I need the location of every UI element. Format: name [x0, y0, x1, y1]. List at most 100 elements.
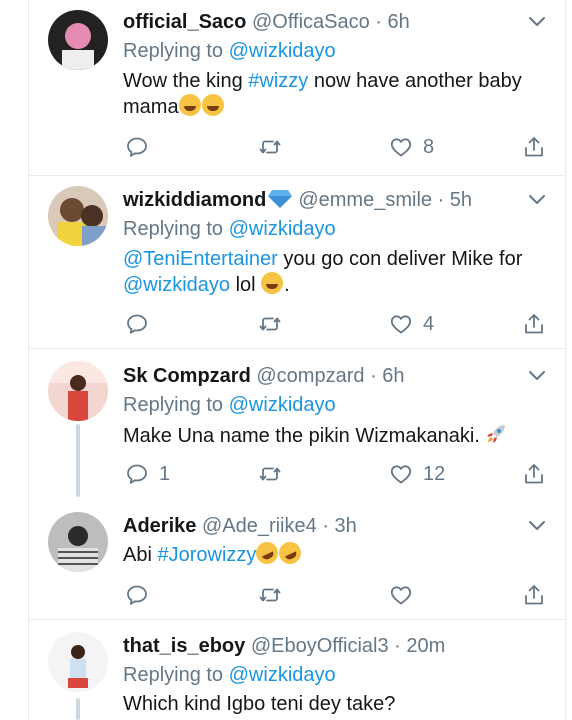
user-handle[interactable]: @compzard [256, 365, 364, 387]
tweet-actions: 8 [123, 133, 546, 161]
avatar[interactable] [48, 10, 108, 70]
like-count: 4 [423, 312, 435, 335]
share-button[interactable] [522, 460, 546, 488]
tweet-actions: 1 12 [123, 460, 546, 488]
share-button[interactable] [522, 581, 546, 609]
mention-link[interactable]: @wizkidayo [229, 218, 336, 240]
retweet-icon [258, 462, 282, 486]
reply-icon [125, 462, 149, 486]
chevron-down-icon[interactable] [528, 16, 546, 28]
avatar[interactable] [48, 186, 108, 246]
like-count: 12 [423, 462, 446, 485]
user-handle[interactable]: @EboyOfficial3 [251, 635, 389, 657]
reply-button[interactable]: 1 [125, 460, 170, 488]
avatar[interactable] [48, 512, 108, 572]
replying-to: Replying to @wizkidayo [123, 662, 556, 688]
like-button[interactable]: 8 [389, 133, 434, 161]
replying-prefix: Replying to [123, 394, 224, 416]
rolling-laughing-emoji [275, 538, 306, 568]
laughing-emoji [178, 94, 201, 116]
mention-link[interactable]: @wizkidayo [123, 274, 230, 296]
share-icon [522, 462, 546, 486]
display-name[interactable]: wizkiddiamond [123, 189, 266, 211]
share-button[interactable] [522, 133, 546, 161]
tweet-text: @TeniEntertainer you go con deliver Mike… [123, 246, 556, 272]
tweet-text: Which kind Igbo teni dey take? [123, 691, 556, 717]
like-icon [389, 583, 413, 607]
retweet-button[interactable] [258, 133, 282, 161]
display-name[interactable]: Aderike [123, 515, 196, 537]
user-handle[interactable]: @emme_smile [298, 189, 432, 211]
tweet-header: Sk Compzard @compzard · 6h [123, 363, 556, 389]
hashtag-link[interactable]: #Jorowizzy [157, 544, 256, 566]
tweet-2[interactable]: wizkiddiamond @emme_smile · 5h Replying t… [28, 176, 566, 348]
timestamp[interactable]: 5h [450, 189, 472, 211]
tweet-3[interactable]: Sk Compzard @compzard · 6h Replying to @… [28, 349, 566, 497]
replying-to: Replying to @wizkidayo [123, 38, 556, 64]
chevron-down-icon[interactable] [528, 520, 546, 532]
tweet-text: Abi #Jorowizzy [123, 538, 556, 568]
laughing-emoji [261, 272, 284, 294]
tweet-header: wizkiddiamond @emme_smile · 5h [123, 187, 556, 213]
user-handle[interactable]: @OfficaSaco [252, 11, 370, 33]
share-button[interactable] [522, 310, 546, 338]
display-name[interactable]: official_Saco [123, 11, 246, 33]
reply-button[interactable] [125, 581, 149, 609]
tweet-text-part: Which kind Igbo teni dey take? [123, 693, 396, 715]
share-icon [522, 135, 546, 159]
rocket-emoji [487, 425, 506, 443]
mention-link[interactable]: @wizkidayo [229, 40, 336, 62]
replying-prefix: Replying to [123, 40, 224, 62]
user-handle[interactable]: @Ade_riike4 [202, 515, 317, 537]
tweet-text-part: mama [123, 96, 179, 118]
reply-count: 1 [159, 462, 171, 485]
like-button[interactable]: 4 [389, 310, 434, 338]
tweet-text-part: Wow the king [123, 70, 243, 92]
retweet-button[interactable] [258, 460, 282, 488]
timestamp[interactable]: 3h [335, 515, 357, 537]
timestamp[interactable]: 6h [382, 365, 404, 387]
dot-separator: · [322, 515, 335, 537]
retweet-button[interactable] [258, 581, 282, 609]
tweet-4[interactable]: Aderike @Ade_riike4 · 3h Abi #Jorowizzy [28, 497, 566, 619]
retweet-icon [258, 135, 282, 159]
chevron-down-icon[interactable] [528, 194, 546, 206]
retweet-icon [258, 312, 282, 336]
like-button[interactable] [389, 581, 413, 609]
display-name[interactable]: that_is_eboy [123, 635, 245, 657]
like-count: 8 [423, 135, 435, 158]
tweet-text-part: lol [235, 274, 256, 296]
display-name[interactable]: Sk Compzard [123, 365, 251, 387]
avatar[interactable] [48, 632, 108, 692]
avatar[interactable] [48, 361, 108, 421]
replying-to: Replying to @wizkidayo [123, 392, 556, 418]
retweet-icon [258, 583, 282, 607]
reply-button[interactable] [125, 133, 149, 161]
reply-button[interactable] [125, 310, 149, 338]
hashtag-link[interactable]: #wizzy [248, 70, 308, 92]
timestamp[interactable]: 6h [388, 11, 410, 33]
tweet-text-part: Make Una name the pikin Wizmakanaki. [123, 425, 480, 447]
like-icon [389, 135, 413, 159]
chevron-down-icon[interactable] [528, 370, 546, 382]
like-icon [389, 462, 413, 486]
tweet-text-line-2: mama [123, 94, 556, 120]
mention-link[interactable]: @wizkidayo [229, 394, 336, 416]
share-icon [522, 583, 546, 607]
like-icon [389, 312, 413, 336]
tweet-1[interactable]: official_Saco @OfficaSaco · 6h Replying … [28, 0, 566, 175]
replying-prefix: Replying to [123, 664, 224, 686]
tweet-text-line-2: @wizkidayo lol . [123, 272, 556, 298]
mention-link[interactable]: @TeniEntertainer [123, 248, 278, 270]
reply-icon [125, 135, 149, 159]
tweet-text-part: Abi [123, 544, 152, 566]
retweet-button[interactable] [258, 310, 282, 338]
like-button[interactable]: 12 [389, 460, 445, 488]
tweet-5[interactable]: that_is_eboy @EboyOfficial3 · 20m Replyi… [28, 620, 566, 720]
mention-link[interactable]: @wizkidayo [229, 664, 336, 686]
thread-connector [76, 698, 80, 720]
timestamp[interactable]: 20m [406, 635, 445, 657]
replying-prefix: Replying to [123, 218, 224, 240]
reply-icon [125, 312, 149, 336]
tweet-text-part: now have another baby [313, 70, 522, 92]
